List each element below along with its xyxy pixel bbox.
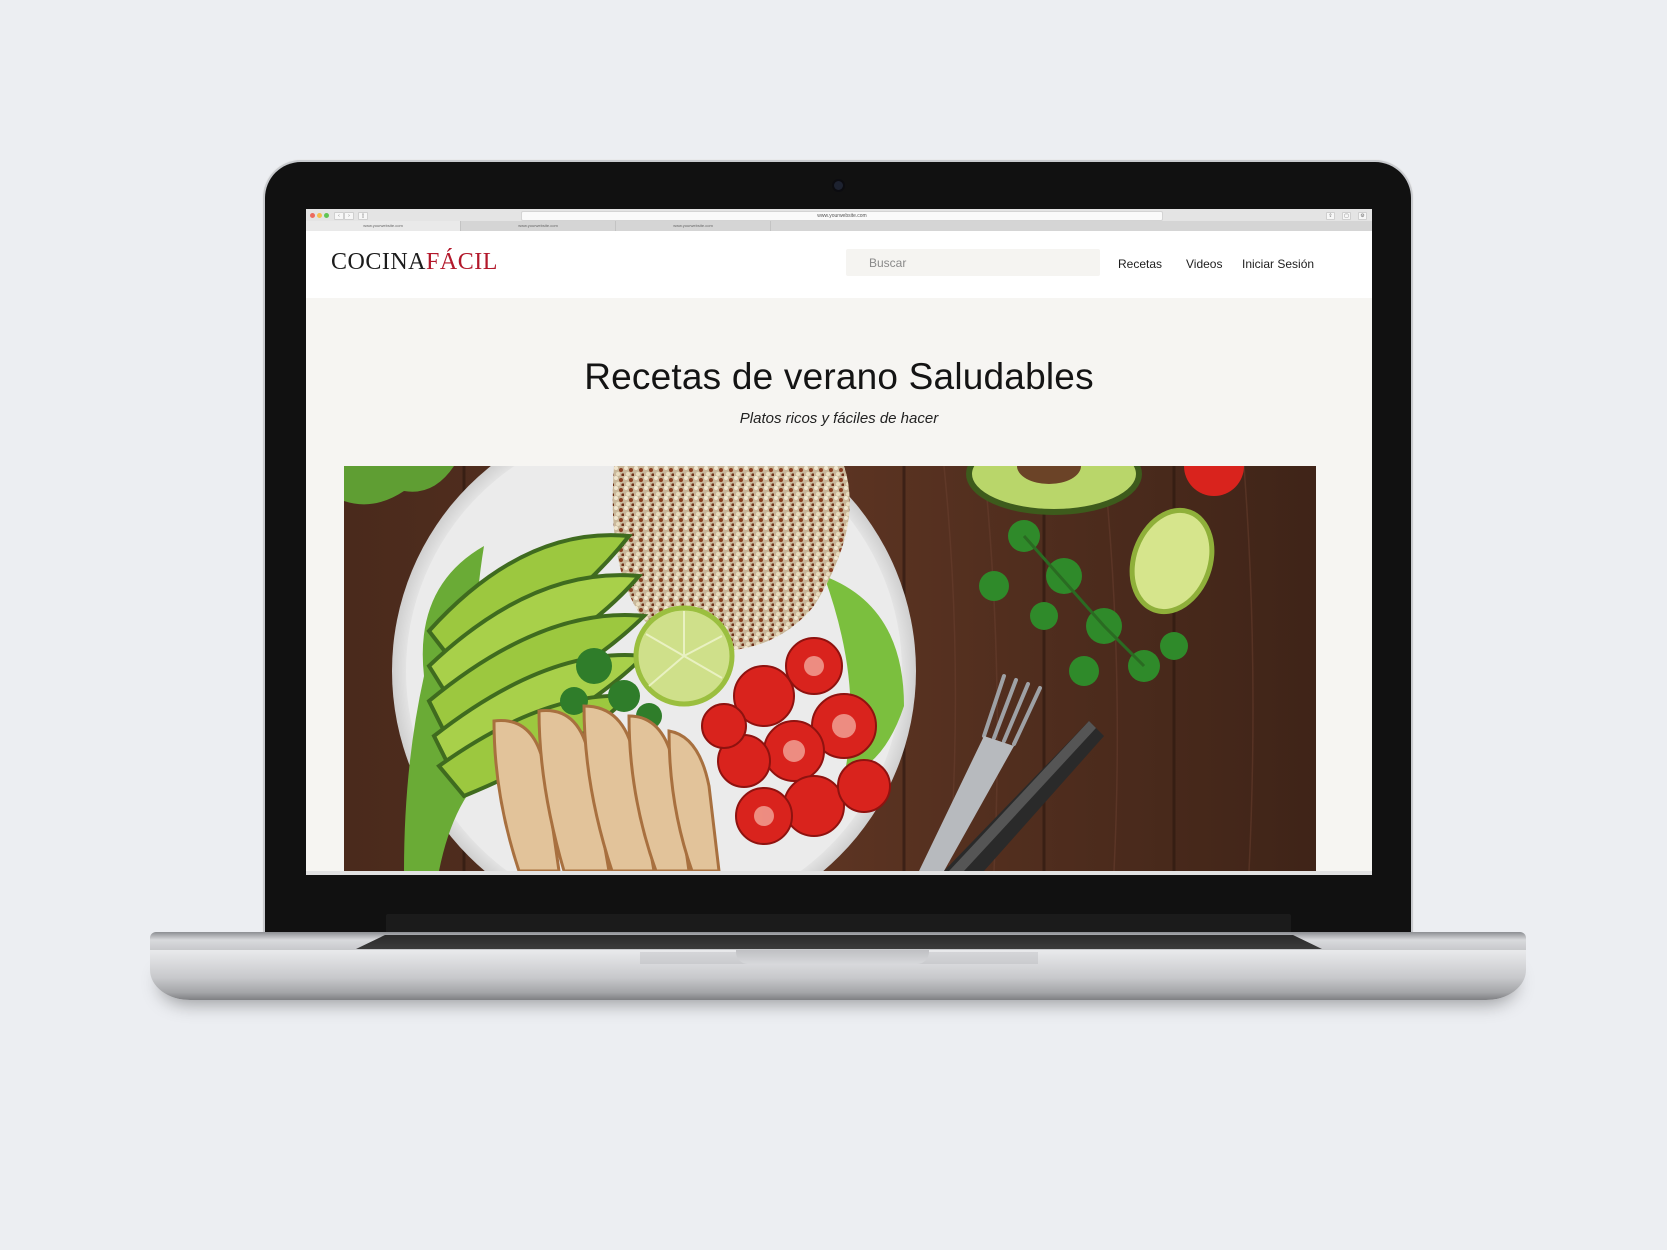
browser-tab[interactable]: www.yourwebsite.com	[616, 221, 771, 231]
nav-link-videos[interactable]: Videos	[1186, 257, 1222, 271]
address-bar[interactable]: www.yourwebsite.com	[521, 211, 1163, 221]
close-window-icon[interactable]	[310, 213, 315, 218]
forward-icon[interactable]: ›	[344, 212, 354, 220]
nav-link-recetas[interactable]: Recetas	[1118, 257, 1162, 271]
keyboard-strip	[356, 935, 1322, 949]
food-bowl-illustration	[344, 466, 1316, 871]
share-icon[interactable]: ⇧	[1326, 212, 1335, 220]
hero-subtitle: Platos ricos y fáciles de hacer	[739, 410, 939, 427]
hero-title: Recetas de verano Saludables	[584, 356, 1094, 397]
site-logo[interactable]: COCINAFÁCIL	[331, 249, 498, 276]
webcam	[834, 181, 843, 190]
laptop-hinge	[386, 914, 1291, 934]
downloads-icon[interactable]: ⚙	[1358, 212, 1367, 220]
browser-tab[interactable]: www.yourwebsite.com	[461, 221, 616, 231]
maximize-window-icon[interactable]	[324, 213, 329, 218]
nav-link-iniciar-sesion[interactable]: Iniciar Sesión	[1242, 257, 1314, 271]
minimize-window-icon[interactable]	[317, 213, 322, 218]
search-input[interactable]	[846, 249, 1100, 276]
lid-notch	[736, 950, 929, 964]
screen-bottom-edge	[306, 871, 1372, 875]
browser-chrome: ‹ › ▯ www.yourwebsite.com ⇧ ▢ ⚙ www.your…	[306, 209, 1372, 232]
laptop-screen: ‹ › ▯ www.yourwebsite.com ⇧ ▢ ⚙ www.your…	[306, 209, 1372, 875]
tabs-overview-icon[interactable]: ▢	[1342, 212, 1351, 220]
back-icon[interactable]: ‹	[334, 212, 344, 220]
browser-tab-bar: www.yourwebsite.com www.yourwebsite.com …	[306, 221, 1372, 231]
sidebar-icon[interactable]: ▯	[358, 212, 368, 220]
site-header: COCINAFÁCIL Recetas Videos Iniciar Sesió…	[306, 231, 1372, 298]
address-url: www.yourwebsite.com	[817, 213, 867, 219]
browser-tab[interactable]: www.yourwebsite.com	[306, 221, 461, 231]
hero-food-image[interactable]	[344, 466, 1316, 871]
